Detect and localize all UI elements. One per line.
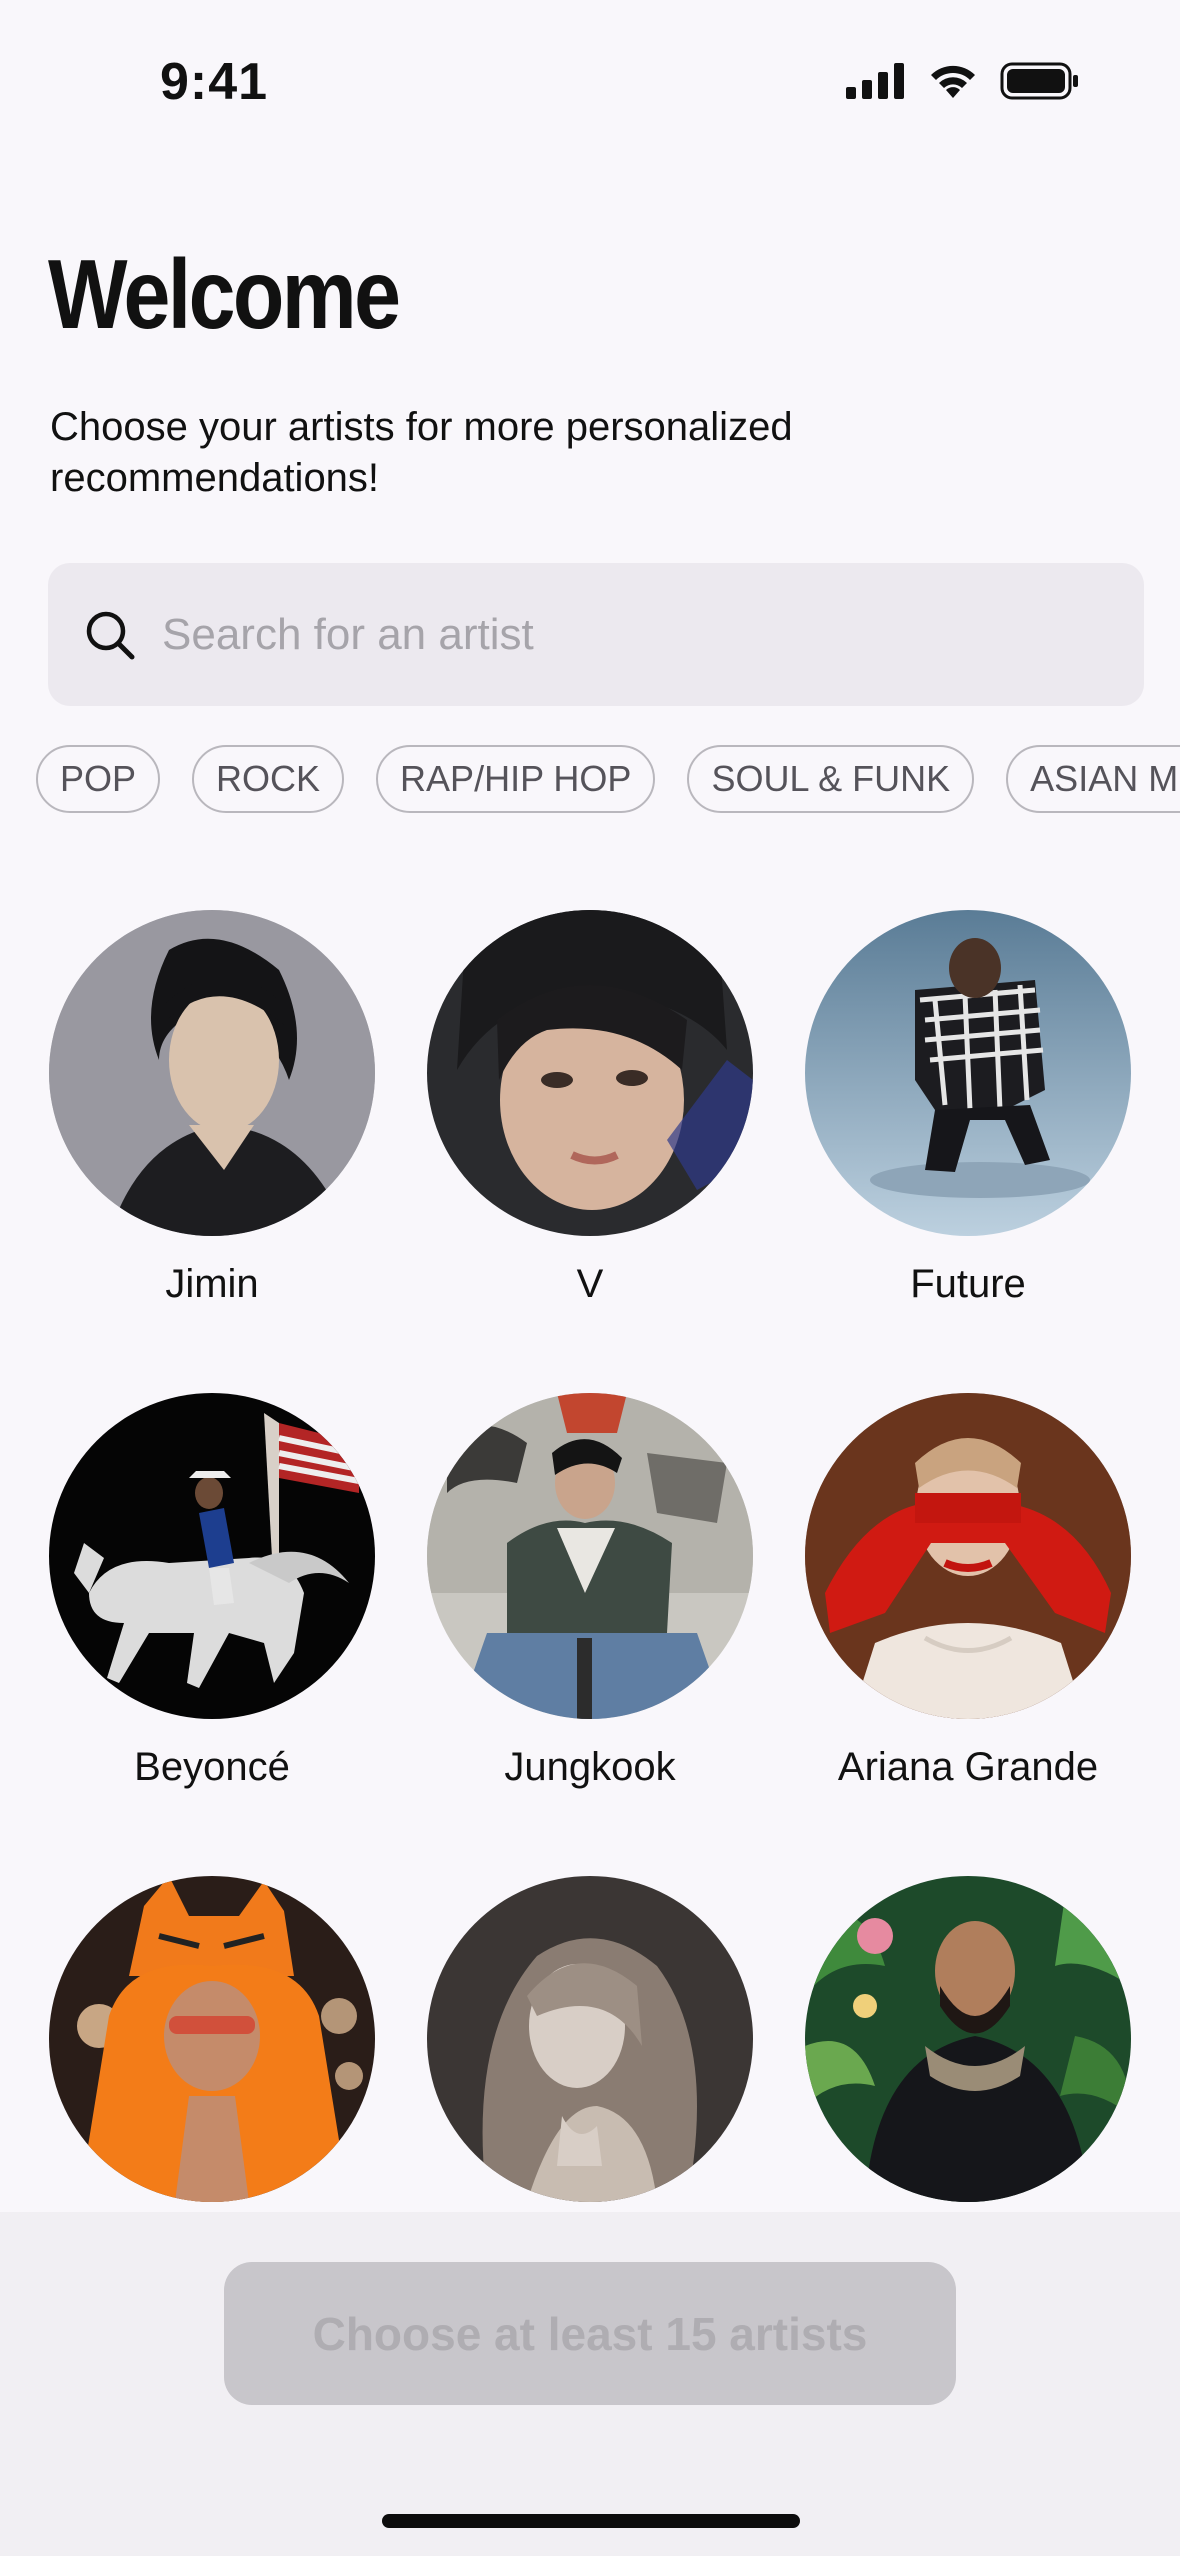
- page-title: Welcome: [48, 239, 401, 349]
- artist-photo: [805, 910, 1131, 1236]
- artist-name: Beyoncé: [134, 1745, 290, 1789]
- artist-card-ariana-grande[interactable]: Ariana Grande: [805, 1393, 1135, 1790]
- status-icons: [846, 62, 1080, 100]
- artist-card-jimin[interactable]: Jimin: [49, 910, 379, 1307]
- artist-name: Ariana Grande: [837, 1745, 1099, 1789]
- genre-filter-list: POP ROCK RAP/HIP HOP SOUL & FUNK ASIAN MUSIC: [36, 745, 1180, 815]
- artist-name: Future: [910, 1262, 1026, 1306]
- home-indicator[interactable]: [382, 2514, 800, 2528]
- artist-photo: [805, 1876, 1131, 2202]
- artist-photo: [427, 1876, 753, 2202]
- artist-card-row3-col3[interactable]: [805, 1876, 1135, 2228]
- search-input[interactable]: [160, 608, 1064, 661]
- status-time: 9:41: [160, 53, 269, 111]
- page-subtitle: Choose your artists for more personalize…: [50, 405, 793, 500]
- cellular-signal-icon: [846, 63, 906, 99]
- artist-card-row3-col1[interactable]: [49, 1876, 379, 2228]
- artist-card-beyonce[interactable]: Beyoncé: [49, 1393, 379, 1790]
- status-bar: 9:41: [0, 0, 1180, 150]
- artist-name: Jungkook: [504, 1745, 676, 1789]
- artist-photo: [49, 1393, 375, 1719]
- artist-photo: [49, 910, 375, 1236]
- artist-card-v[interactable]: V: [427, 910, 757, 1307]
- artist-grid: Jimin V Future Beyoncé Jungkook Ariana G…: [0, 0, 1180, 2556]
- artist-photo: [427, 1393, 753, 1719]
- artist-card-row3-col2[interactable]: [427, 1876, 757, 2228]
- search-bar[interactable]: [48, 563, 1144, 706]
- genre-chip-pop[interactable]: POP: [36, 745, 161, 813]
- continue-button[interactable]: Choose at least 15 artists: [224, 2262, 956, 2405]
- artist-name: Jimin: [165, 1262, 259, 1306]
- genre-chip-soul-funk[interactable]: SOUL & FUNK: [687, 745, 975, 813]
- artist-name: V: [576, 1262, 604, 1306]
- genre-chip-asian-music[interactable]: ASIAN MUSIC: [1006, 745, 1180, 813]
- genre-chip-rap-hip-hop[interactable]: RAP/HIP HOP: [376, 745, 656, 813]
- wifi-icon: [928, 62, 978, 100]
- artist-photo: [805, 1393, 1131, 1719]
- artist-photo: [49, 1876, 375, 2202]
- battery-icon: [1000, 62, 1080, 100]
- artist-card-jungkook[interactable]: Jungkook: [427, 1393, 757, 1790]
- artist-card-future[interactable]: Future: [805, 910, 1135, 1307]
- genre-chip-rock[interactable]: ROCK: [192, 745, 345, 813]
- search-icon: [86, 611, 135, 659]
- artist-photo: [427, 910, 753, 1236]
